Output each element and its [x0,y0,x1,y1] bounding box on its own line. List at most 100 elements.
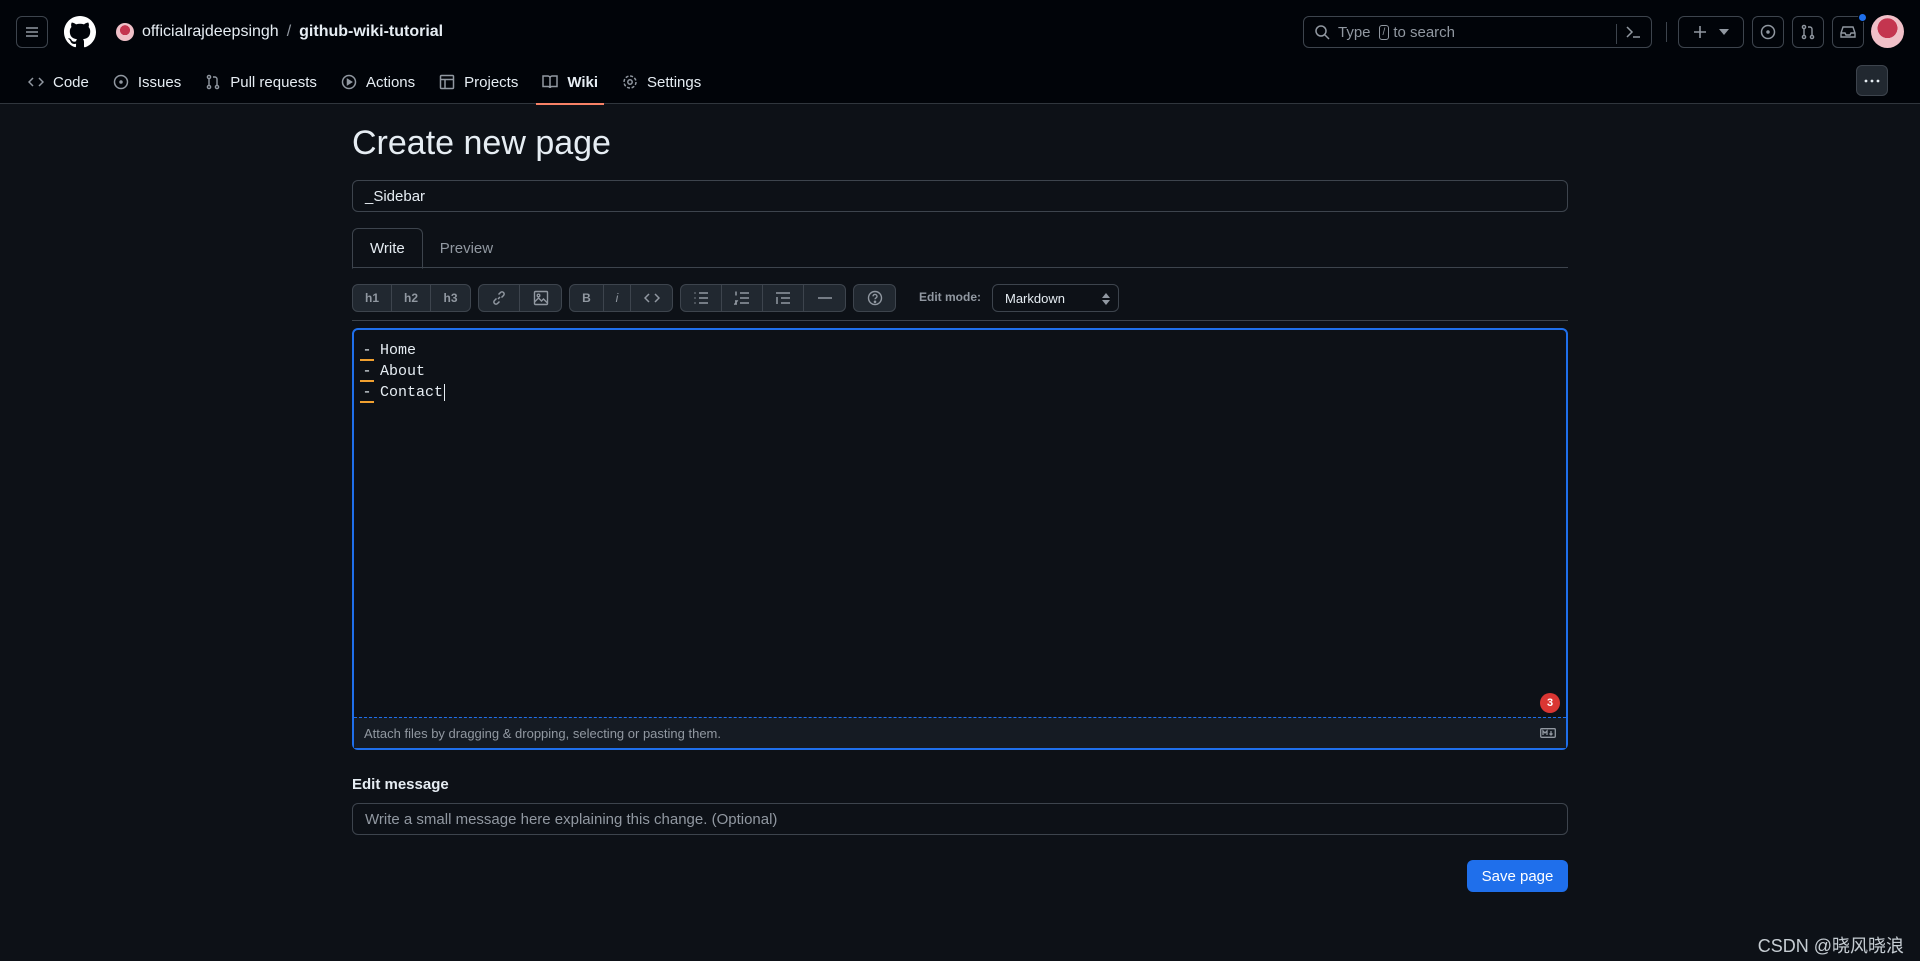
issues-button[interactable] [1752,16,1784,48]
inbox-icon [1840,26,1856,38]
h3-button[interactable]: h3 [431,285,470,311]
attach-files-bar[interactable]: Attach files by dragging & dropping, sel… [354,717,1566,748]
create-new-button[interactable] [1678,16,1744,48]
horizontal-rule-button[interactable] [804,285,845,311]
tab-code[interactable]: Code [16,60,101,104]
list-marker: - [360,384,374,403]
italic-button[interactable]: i [604,285,631,311]
bold-button[interactable]: B [570,285,604,311]
tab-label: Actions [365,73,416,91]
terminal-icon [1626,26,1640,38]
help-button[interactable] [854,285,895,311]
tab-write[interactable]: Write [352,228,423,269]
owner-link[interactable]: officialrajdeepsingh [142,23,279,41]
format-toolbar-group: B i [569,284,673,312]
search-input[interactable]: Type / to search [1303,16,1652,48]
code-button[interactable] [631,285,672,311]
bulleted-list-button[interactable] [681,285,722,311]
global-header: officialrajdeepsingh / github-wiki-tutor… [0,0,1920,105]
divider [1666,22,1667,42]
book-icon [542,75,559,89]
edit-mode-value: Markdown [1005,290,1065,306]
edit-mode-label: Edit mode: [919,290,981,304]
toolbar-divider [352,320,1568,321]
help-toolbar-group [853,284,896,312]
heading-toolbar-group: h1 h2 h3 [352,284,471,312]
edit-mode-select[interactable]: Markdown [992,284,1119,312]
gear-icon [623,75,637,89]
line-text: Contact [380,384,444,401]
tab-label: Wiki [567,73,599,91]
image-button[interactable] [520,285,561,311]
edit-message-label: Edit message [352,776,449,793]
grammar-badge[interactable]: 3 [1540,693,1560,713]
pull-request-icon [1801,24,1815,40]
breadcrumb-separator: / [286,23,292,40]
editor-line: - Home [360,340,445,361]
editor-line: - About [360,361,445,382]
numbered-list-button[interactable] [722,285,763,311]
link-icon [493,291,505,305]
menu-button[interactable] [16,16,48,48]
repo-nav: Code Issues Pull requests Actions Projec… [16,60,713,105]
save-page-button[interactable]: Save page [1467,860,1568,892]
list-marker: - [360,342,374,361]
repo-link[interactable]: github-wiki-tutorial [299,23,443,41]
command-palette-button[interactable] [1616,24,1641,44]
editor-tabs: Write Preview [352,228,1568,269]
markdown-icon [1540,728,1556,738]
task-list-button[interactable] [763,285,804,311]
issue-icon [1760,24,1776,40]
link-button[interactable] [479,285,520,311]
play-icon [341,74,357,90]
tab-pull-requests[interactable]: Pull requests [193,60,329,104]
editor-text: - Home - About - Contact [360,340,446,403]
watermark: CSDN @晓风晓浪 [1757,936,1904,956]
line-text: About [380,363,426,380]
tab-actions[interactable]: Actions [329,60,427,104]
h2-button[interactable]: h2 [392,285,431,311]
issue-icon [113,74,129,90]
tab-settings[interactable]: Settings [610,60,713,104]
search-shortcut-key: / [1378,24,1390,40]
pull-request-icon [206,74,220,90]
tab-label: Issues [137,73,182,91]
github-logo[interactable] [64,16,97,51]
more-button[interactable] [1856,65,1888,96]
inbox-button[interactable] [1832,13,1867,48]
list-marker: - [360,363,374,382]
list-toolbar-group [680,284,846,312]
hamburger-icon [26,27,38,37]
tab-label: Pull requests [230,73,317,91]
tab-issues[interactable]: Issues [101,60,193,104]
h1-button[interactable]: h1 [353,285,392,311]
attach-hint: Attach files by dragging & dropping, sel… [364,725,721,741]
code-icon [643,293,660,303]
code-icon [28,77,44,87]
editor-line: - Contact [360,382,446,403]
line-text: Home [380,342,417,359]
ordered-list-icon [734,291,749,305]
unordered-list-icon [694,292,708,304]
tab-label: Projects [464,73,519,91]
pull-requests-button[interactable] [1792,16,1824,48]
notification-dot [1858,13,1867,22]
quote-icon [776,292,790,304]
text-cursor [444,384,446,401]
table-icon [439,74,455,90]
search-placeholder-suffix: to search [1393,23,1456,41]
tab-wiki[interactable]: Wiki [530,60,610,105]
tab-label: Code [53,73,89,91]
tab-projects[interactable]: Projects [427,60,530,104]
breadcrumb: officialrajdeepsingh / github-wiki-tutor… [116,20,443,44]
chevron-down-icon [1719,29,1729,35]
edit-message-input[interactable]: Write a small message here explaining th… [352,803,1568,835]
search-placeholder: Type [1338,23,1371,41]
insert-toolbar-group [478,284,562,312]
page-name-input[interactable]: _Sidebar [352,180,1568,212]
tab-label: Settings [647,73,702,91]
tab-preview[interactable]: Preview [423,228,510,268]
user-avatar[interactable] [1871,15,1904,48]
horizontal-rule-icon [817,297,832,299]
content-editor[interactable]: - Home - About - Contact 3 Attach files by … [352,328,1568,750]
